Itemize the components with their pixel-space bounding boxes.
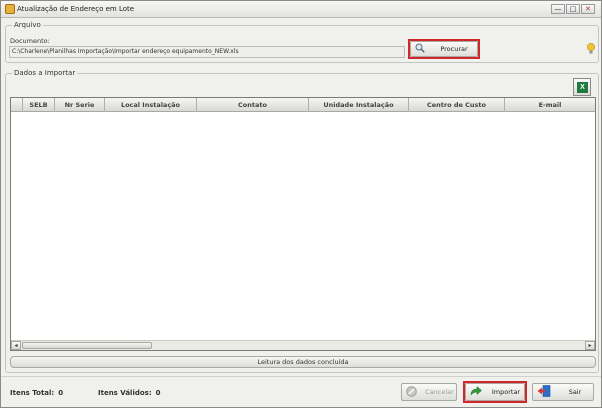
total-items-count: Itens Total: 0: [10, 389, 63, 397]
read-status-bar: Leitura dos dados concluída: [10, 356, 596, 368]
browse-highlight: [408, 39, 480, 59]
valid-items-label: Itens Válidos:: [98, 389, 152, 397]
column-header-nr-serie[interactable]: Nr Serie: [55, 98, 105, 112]
dados-group: Dados a Importar X SELB Nr Serie Local I…: [5, 69, 599, 373]
grid-header: SELB Nr Serie Local Instalação Contato U…: [11, 98, 595, 112]
horizontal-scrollbar[interactable]: ◂ ▸: [11, 340, 595, 350]
window-controls: — □ ✕: [551, 4, 595, 14]
window-title: Atualização de Endereço em Lote: [17, 5, 135, 13]
document-path-field[interactable]: C:\Charlene\Planilhas Importação\Importa…: [9, 46, 405, 58]
footer-bar: Itens Total: 0 Itens Válidos: 0 Cancelar I…: [1, 376, 601, 407]
scroll-left-button[interactable]: ◂: [11, 341, 21, 350]
title-bar[interactable]: Atualização de Endereço em Lote — □ ✕: [1, 1, 601, 18]
cancel-button-label: Cancelar: [425, 388, 454, 396]
excel-icon: X: [577, 82, 588, 93]
arquivo-legend: Arquivo: [12, 21, 43, 29]
column-header-centro-de-custo[interactable]: Centro de Custo: [409, 98, 505, 112]
main-window: Atualização de Endereço em Lote — □ ✕ Ar…: [0, 0, 602, 408]
lightbulb-icon[interactable]: [587, 42, 595, 56]
exit-button[interactable]: Sair: [532, 383, 594, 401]
document-icon: [5, 4, 15, 14]
column-header-contato[interactable]: Contato: [197, 98, 309, 112]
dados-legend: Dados a Importar: [12, 69, 78, 77]
total-items-label: Itens Total:: [10, 389, 55, 397]
exit-door-icon: [537, 385, 551, 399]
export-excel-button[interactable]: X: [573, 78, 591, 96]
cancel-icon: [406, 385, 417, 399]
scroll-right-button[interactable]: ▸: [585, 341, 595, 350]
data-grid[interactable]: SELB Nr Serie Local Instalação Contato U…: [10, 97, 596, 351]
document-label: Documento:: [10, 37, 50, 45]
column-header-unidade-instalacao[interactable]: Unidade Instalação: [309, 98, 409, 112]
total-items-value: 0: [58, 389, 64, 397]
arquivo-group: Arquivo Documento: C:\Charlene\Planilhas…: [5, 21, 599, 63]
column-header-local-instalacao[interactable]: Local Instalação: [105, 98, 197, 112]
close-button[interactable]: ✕: [581, 4, 595, 14]
exit-button-label: Sair: [568, 388, 582, 396]
import-highlight: [463, 381, 527, 403]
maximize-button[interactable]: □: [566, 4, 580, 14]
column-header-selb[interactable]: SELB: [23, 98, 55, 112]
minimize-button[interactable]: —: [551, 4, 565, 14]
column-header-email[interactable]: E-mail: [505, 98, 595, 112]
valid-items-value: 0: [155, 389, 161, 397]
valid-items-count: Itens Válidos: 0: [98, 389, 161, 397]
cancel-button[interactable]: Cancelar: [401, 383, 457, 401]
column-header-selector[interactable]: [11, 98, 23, 112]
scroll-thumb[interactable]: [22, 342, 152, 349]
